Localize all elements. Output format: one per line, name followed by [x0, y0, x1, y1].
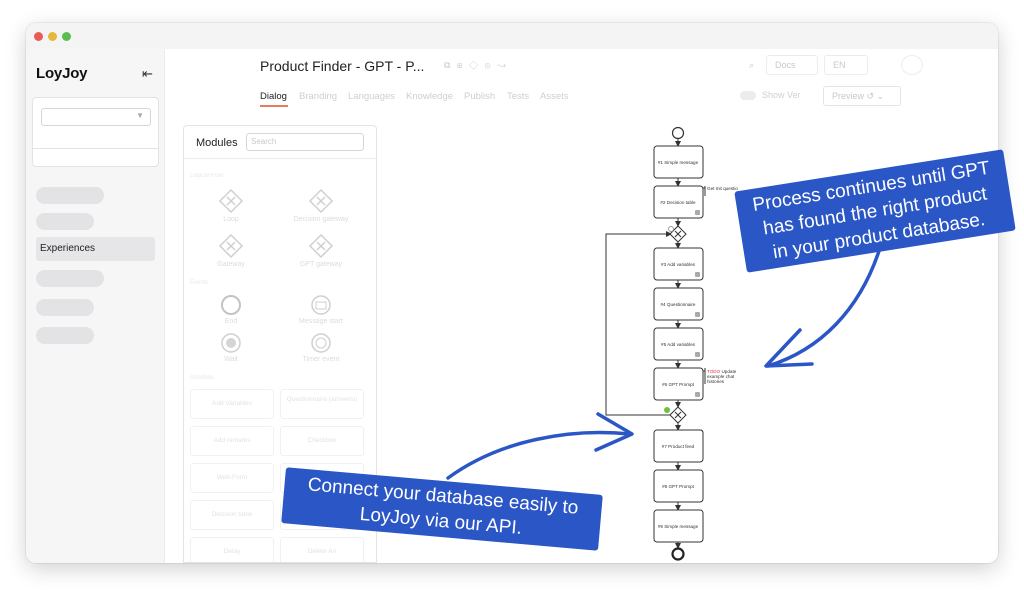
annotation-note: histories [707, 379, 725, 384]
node-label: #7 Product feed [662, 444, 695, 449]
gateway-merge[interactable] [669, 406, 687, 424]
node-label: #6 GPT Prompt [662, 382, 695, 387]
start-event[interactable] [671, 126, 685, 140]
end-event[interactable] [671, 547, 685, 561]
node-label: #3 Add variables [661, 262, 696, 267]
node-label: #8 GPT Prompt [662, 484, 695, 489]
success-marker [664, 407, 670, 413]
node-label: #9 Simple message [658, 524, 699, 529]
loop-marker [668, 226, 674, 232]
node-label: #2 Decision table [660, 200, 696, 205]
pointer-arrow [446, 430, 632, 480]
node-label: #5 Add variables [661, 342, 696, 347]
node-label: #1 Simple message [658, 160, 699, 165]
node-label: #4 Questionnaire [661, 302, 696, 307]
annotation-note: Get Init questio [707, 186, 738, 191]
